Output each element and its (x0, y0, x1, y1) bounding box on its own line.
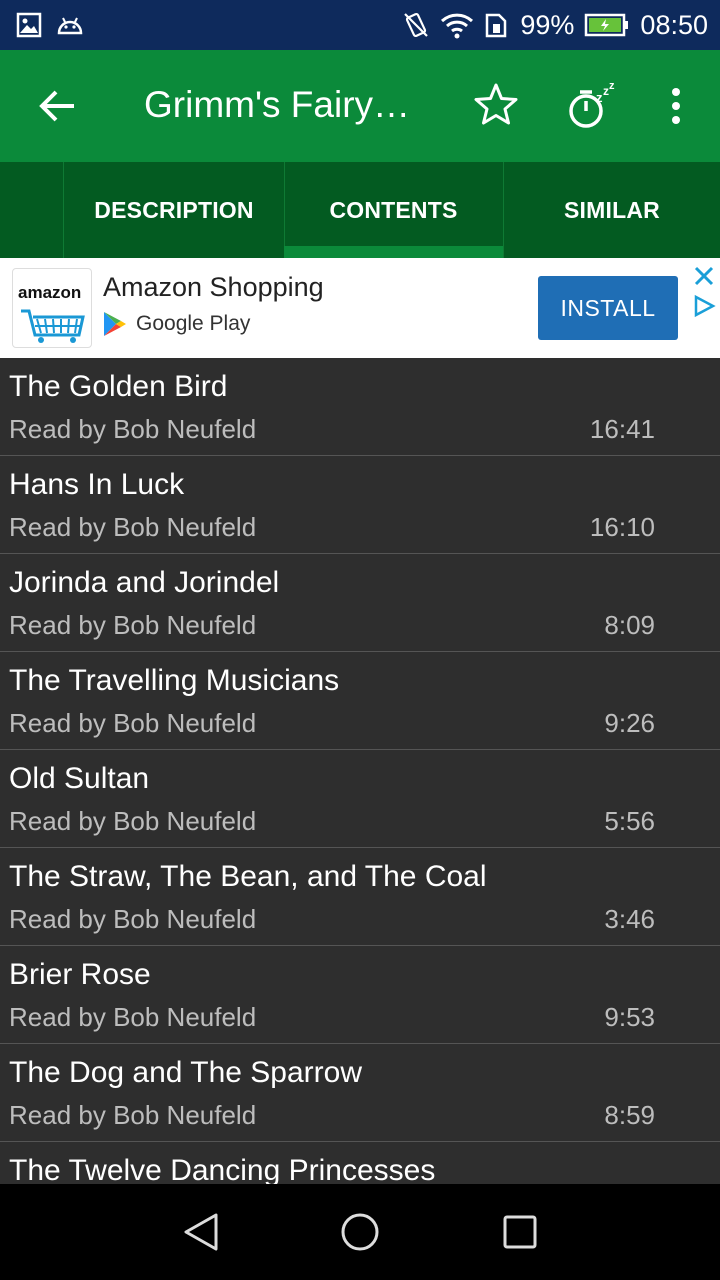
list-item[interactable]: Old Sultan Read by Bob Neufeld 5:56 (0, 750, 720, 848)
chapter-title: The Twelve Dancing Princesses (9, 1154, 436, 1184)
app-bar: Grimm's Fairy… zzz (0, 50, 720, 162)
tab-similar[interactable]: SIMILAR (504, 162, 720, 258)
list-item[interactable]: Hans In Luck Read by Bob Neufeld 16:10 (0, 456, 720, 554)
chapter-reader: Read by Bob Neufeld (9, 414, 257, 444)
svg-text:z: z (609, 80, 615, 92)
list-item[interactable]: Jorinda and Jorindel Read by Bob Neufeld… (0, 554, 720, 652)
chapter-title: The Straw, The Bean, and The Coal (9, 860, 487, 893)
ad-choices-icon[interactable] (692, 294, 716, 323)
chapter-reader: Read by Bob Neufeld (9, 708, 257, 738)
tab-description[interactable]: DESCRIPTION (64, 162, 284, 258)
amazon-logo-text: amazon (18, 283, 82, 302)
list-item[interactable]: The Straw, The Bean, and The Coal Read b… (0, 848, 720, 946)
shopping-cart-icon (21, 309, 85, 343)
home-circle-icon[interactable] (340, 1212, 380, 1257)
tab-contents[interactable]: CONTENTS (284, 162, 503, 258)
recents-square-icon[interactable] (502, 1212, 538, 1257)
chapter-reader: Read by Bob Neufeld (9, 512, 257, 542)
chapter-duration: 8:09 (604, 610, 655, 640)
chapter-title: Old Sultan (9, 762, 150, 795)
battery-percent: 99% (520, 9, 575, 40)
vibrate-icon (402, 11, 430, 39)
chapter-title: Hans In Luck (9, 468, 185, 501)
back-triangle-icon[interactable] (182, 1212, 220, 1257)
system-nav-bar (0, 1184, 720, 1280)
battery-icon (584, 12, 630, 38)
chapter-duration: 3:46 (604, 904, 655, 934)
chapter-title: The Travelling Musicians (9, 664, 340, 697)
ad-banner[interactable]: amazon Amazon Shopping Google Play INSTA… (0, 258, 720, 358)
sleep-timer-icon[interactable]: zzz (566, 80, 618, 132)
install-button[interactable]: INSTALL (538, 276, 678, 340)
tab-selected-indicator (284, 246, 503, 258)
store-name: Google Play (136, 312, 251, 335)
chapter-title: The Golden Bird (9, 370, 228, 403)
ad-app-name: Amazon Shopping (103, 272, 324, 302)
page-title: Grimm's Fairy… (144, 84, 411, 125)
status-bar: 99% 08:50 (0, 0, 720, 50)
amazon-app-logo[interactable]: amazon (12, 268, 92, 348)
chapter-duration: 5:56 (604, 806, 655, 836)
chapter-duration: 16:41 (589, 414, 655, 444)
chapter-duration: 16:10 (589, 512, 655, 542)
list-item[interactable]: The Twelve Dancing Princesses (0, 1142, 720, 1184)
tab-bar: DESCRIPTION CONTENTS SIMILAR (0, 162, 720, 258)
list-item[interactable]: Brier Rose Read by Bob Neufeld 9:53 (0, 946, 720, 1044)
chapter-reader: Read by Bob Neufeld (9, 1100, 257, 1130)
android-icon (56, 14, 84, 36)
more-vert-icon[interactable] (662, 86, 690, 126)
chapter-duration: 9:26 (604, 708, 655, 738)
list-item[interactable]: The Travelling Musicians Read by Bob Neu… (0, 652, 720, 750)
gallery-icon (16, 12, 42, 38)
chapter-title: Brier Rose (9, 958, 151, 991)
google-play-icon (104, 312, 126, 336)
wifi-icon (440, 11, 474, 39)
back-arrow-icon[interactable] (34, 82, 82, 130)
chapter-reader: Read by Bob Neufeld (9, 610, 257, 640)
chapter-duration: 8:59 (604, 1100, 655, 1130)
sim-icon (484, 11, 510, 39)
list-item[interactable]: The Dog and The Sparrow Read by Bob Neuf… (0, 1044, 720, 1142)
chapter-reader: Read by Bob Neufeld (9, 1002, 257, 1032)
chapter-title: Jorinda and Jorindel (9, 566, 280, 599)
chapter-title: The Dog and The Sparrow (9, 1056, 362, 1089)
google-play-badge: Google Play (102, 310, 250, 338)
close-icon[interactable] (692, 264, 716, 293)
svg-text:z: z (596, 90, 603, 105)
chapter-reader: Read by Bob Neufeld (9, 904, 257, 934)
chapter-duration: 9:53 (604, 1002, 655, 1032)
contents-list[interactable]: The Golden Bird Read by Bob Neufeld 16:4… (0, 358, 720, 1184)
chapter-reader: Read by Bob Neufeld (9, 806, 257, 836)
list-item[interactable]: The Golden Bird Read by Bob Neufeld 16:4… (0, 358, 720, 456)
star-icon[interactable] (474, 82, 518, 126)
clock: 08:50 (640, 9, 708, 40)
